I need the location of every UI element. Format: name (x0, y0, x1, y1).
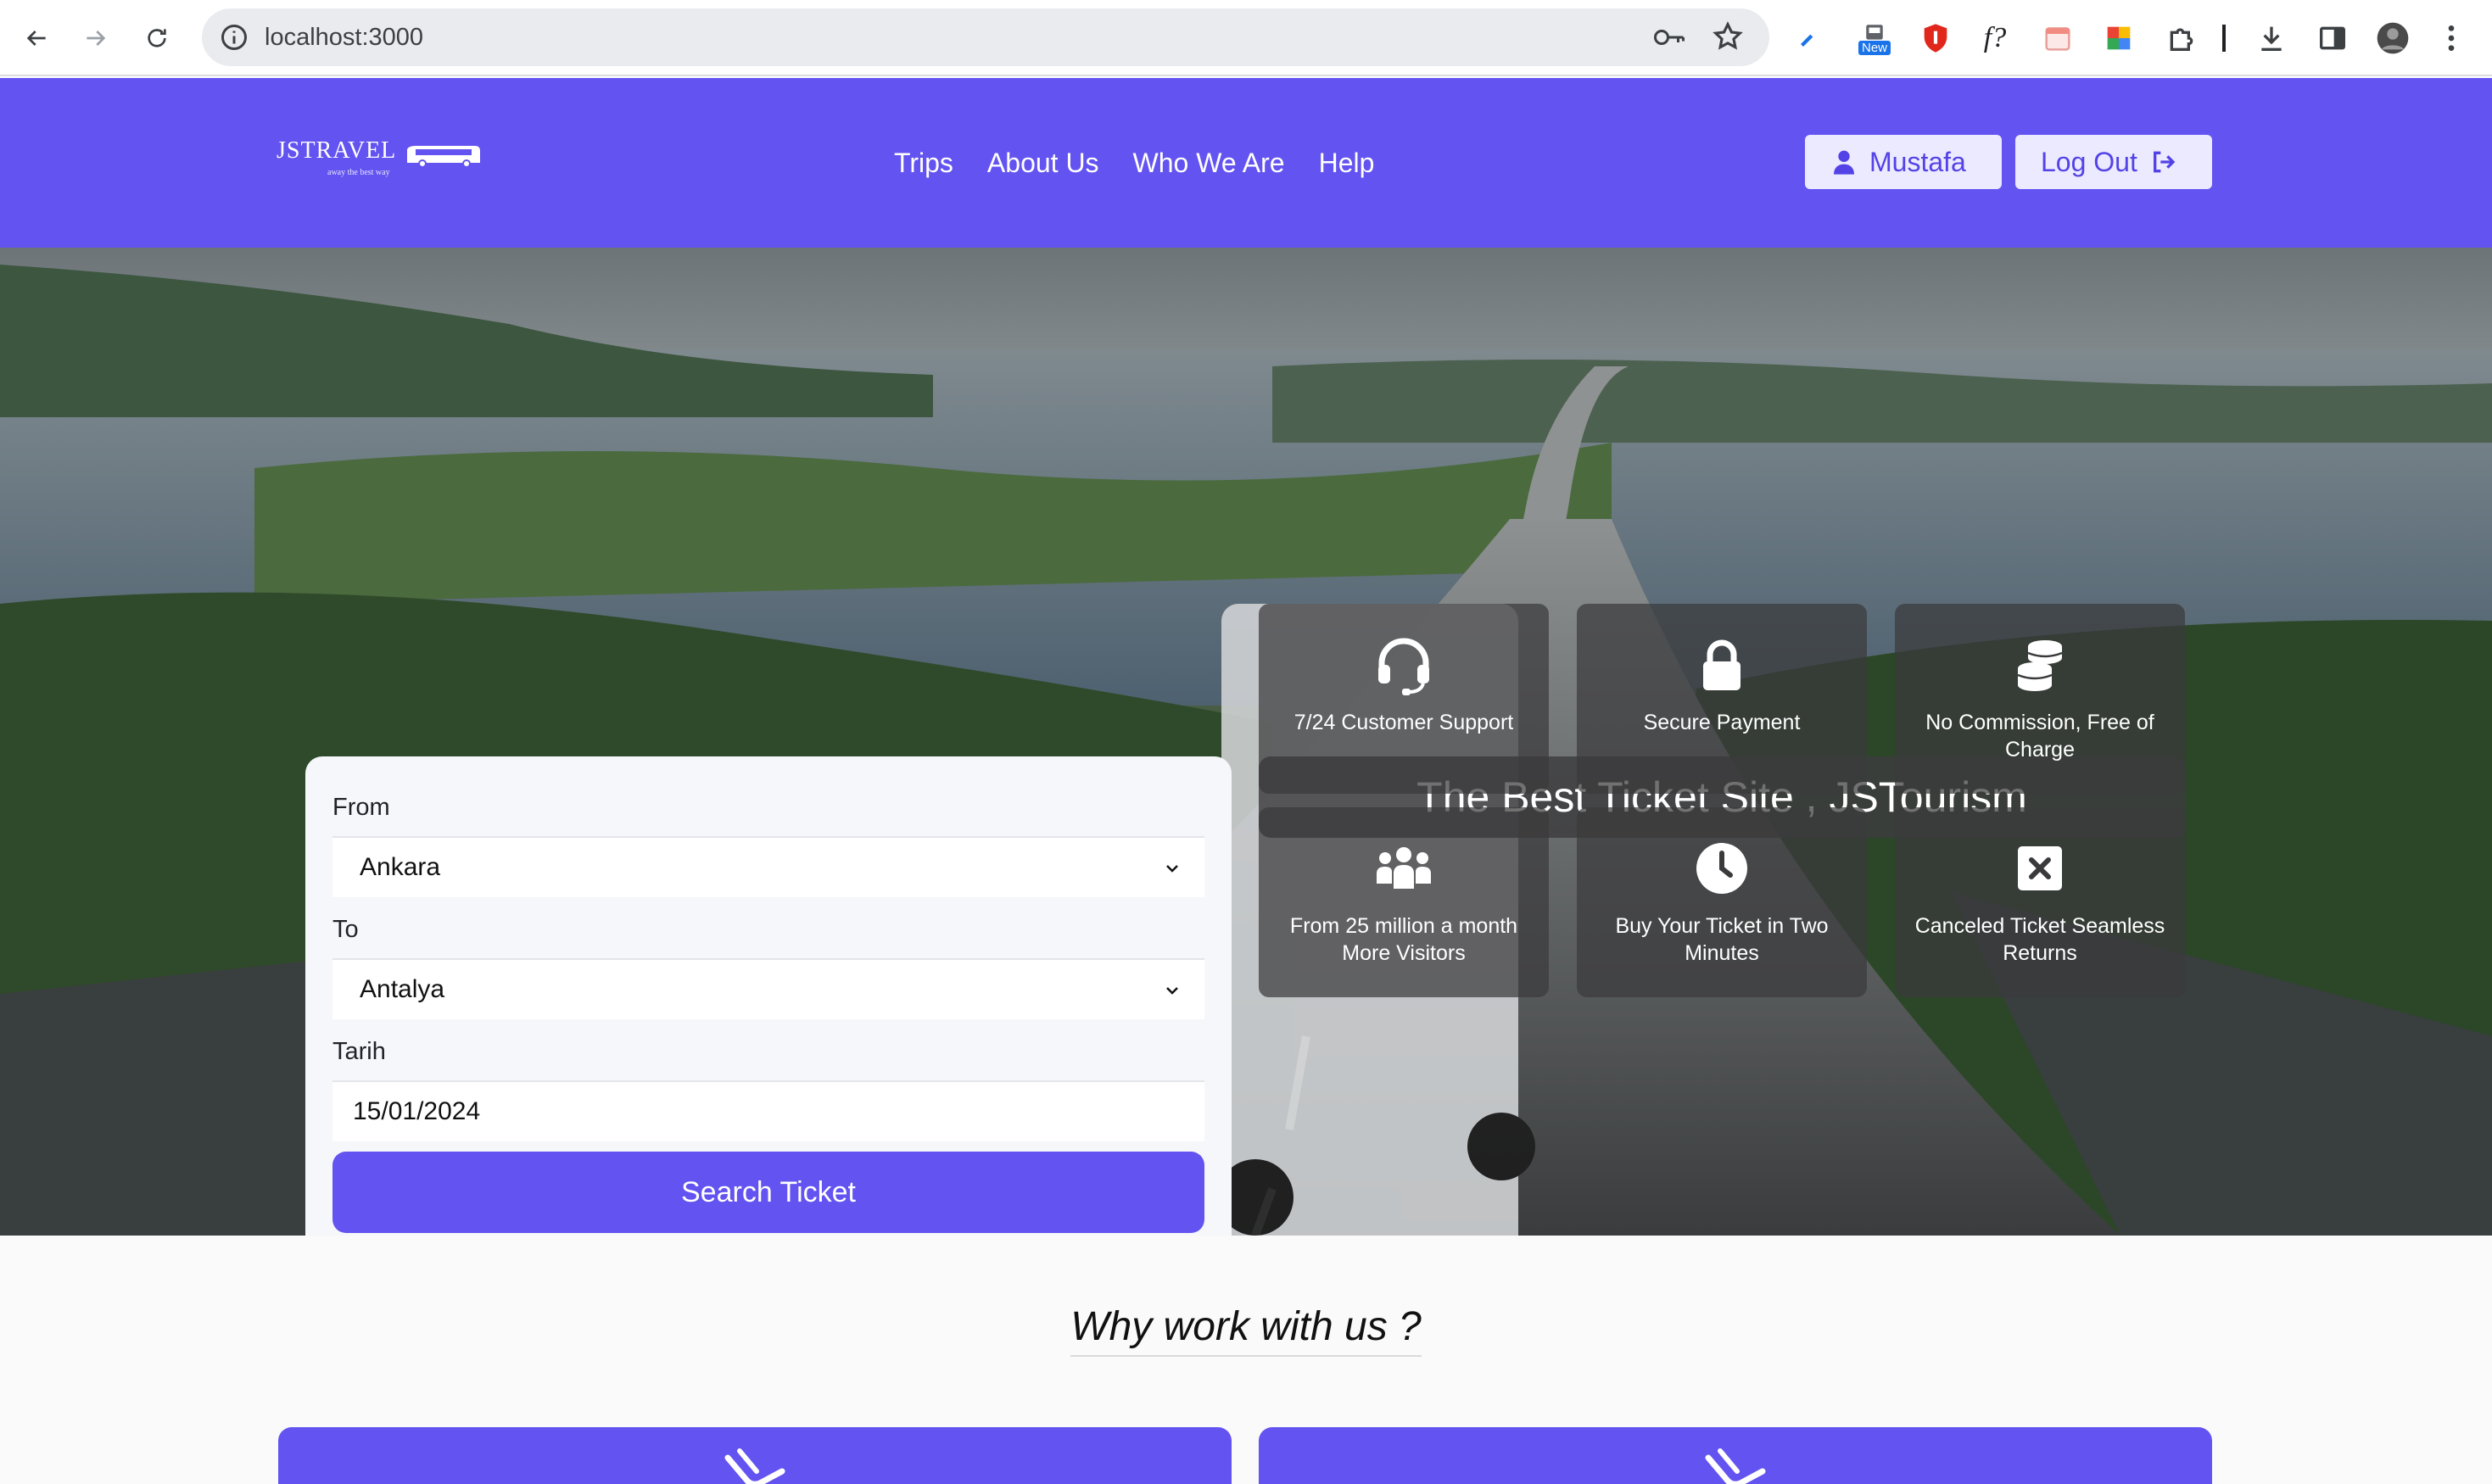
promo-card-right (1259, 1427, 2212, 1484)
x-square-icon (2018, 846, 2062, 890)
from-label: From (332, 794, 390, 821)
coins-icon (2017, 640, 2063, 691)
function-extension-icon[interactable]: f? (1976, 19, 2014, 58)
color-extension-icon[interactable] (2102, 19, 2136, 58)
star-icon[interactable] (1712, 20, 1744, 53)
why-heading: Why work with us ? (0, 1303, 2492, 1357)
why-section: Why work with us ? (0, 1236, 2492, 1484)
promo-card-left (278, 1427, 1232, 1484)
feature-secure-payment: Secure Payment (1577, 604, 1867, 794)
feature-text: Canceled Ticket Seamless Returns (1914, 914, 2165, 965)
to-select[interactable]: Antalya (332, 958, 1204, 1019)
sidebar-icon[interactable] (2316, 19, 2350, 58)
main-nav: Trips About Us Who We Are Help (894, 78, 1374, 248)
feature-customer-support: 7/24 Customer Support (1259, 604, 1549, 794)
browser-toolbar: localhost:3000 New f? (0, 0, 2492, 76)
nav-trips[interactable]: Trips (894, 148, 953, 179)
feature-text: Secure Payment (1643, 711, 1801, 734)
new-extension-icon[interactable]: New (1852, 19, 1897, 58)
pen-icon[interactable] (1795, 19, 1824, 58)
nav-help[interactable]: Help (1319, 148, 1375, 179)
feature-fast-purchase: Buy Your Ticket in Two Minutes (1577, 807, 1867, 997)
key-icon[interactable] (1652, 22, 1686, 53)
user-profile-button[interactable]: Mustafa (1805, 135, 2002, 189)
new-badge: New (1858, 40, 1891, 55)
from-value: Ankara (360, 853, 441, 881)
calendar-extension-icon[interactable] (2041, 19, 2075, 58)
lock-icon (1703, 639, 1740, 690)
people-icon (1377, 847, 1431, 889)
logout-label: Log Out (2041, 146, 2137, 177)
why-title: Why work with us ? (1070, 1303, 1422, 1357)
toolbar-divider (2221, 19, 2227, 58)
feature-visitors: From 25 million a month More Visitors (1259, 807, 1549, 997)
to-label: To (332, 916, 359, 943)
download-icon[interactable] (2255, 19, 2288, 58)
nav-about-us[interactable]: About Us (987, 148, 1099, 179)
handshake-icon (724, 1448, 785, 1484)
bus-logo-icon (407, 146, 480, 168)
handshake-icon (1705, 1448, 1766, 1484)
forward-icon[interactable] (76, 19, 115, 58)
puzzle-icon[interactable] (2165, 19, 2199, 58)
feature-text: 7/24 Customer Support (1293, 711, 1514, 734)
to-value: Antalya (360, 975, 445, 1003)
clock-icon (1696, 843, 1747, 894)
search-ticket-button[interactable]: Search Ticket (332, 1152, 1204, 1233)
user-name: Mustafa (1869, 146, 1966, 177)
feature-text: From 25 million a month More Visitors (1289, 914, 1518, 965)
hero-section: From Ankara To Antalya Tarih 15/01/2024 … (0, 248, 2492, 1236)
nav-who-we-are[interactable]: Who We Are (1133, 148, 1285, 179)
shield-extension-icon[interactable] (1919, 19, 1953, 58)
date-label: Tarih (332, 1038, 386, 1065)
back-icon[interactable] (17, 19, 56, 58)
date-input[interactable]: 15/01/2024 (332, 1080, 1204, 1141)
brand-name: JSTRAVEL (277, 137, 397, 164)
ticket-search-form: From Ankara To Antalya Tarih 15/01/2024 … (305, 756, 1232, 1236)
brand-logo[interactable]: JSTRAVEL away the best way (277, 137, 489, 188)
more-icon[interactable] (2434, 19, 2468, 58)
site-header: JSTRAVEL away the best way Trips About U… (0, 78, 2492, 248)
logout-icon (2153, 151, 2176, 173)
profile-avatar[interactable] (2375, 19, 2411, 58)
reload-icon[interactable] (137, 19, 176, 58)
feature-text: No Commission, Free of Charge (1925, 711, 2154, 762)
address-bar[interactable]: localhost:3000 (202, 8, 1769, 66)
date-value: 15/01/2024 (353, 1097, 481, 1125)
from-select[interactable]: Ankara (332, 836, 1204, 897)
feature-no-commission: No Commission, Free of Charge (1895, 604, 2185, 794)
chevron-down-icon (1166, 865, 1178, 873)
feature-returns: Canceled Ticket Seamless Returns (1895, 807, 2185, 997)
info-icon[interactable] (219, 22, 249, 53)
logout-button[interactable]: Log Out (2015, 135, 2212, 189)
user-icon (1834, 150, 1854, 175)
url-text[interactable]: localhost:3000 (265, 8, 423, 66)
chevron-down-icon (1166, 987, 1178, 995)
brand-tagline: away the best way (327, 168, 390, 177)
headset-icon (1378, 638, 1429, 695)
feature-text: Buy Your Ticket in Two Minutes (1615, 914, 1829, 965)
